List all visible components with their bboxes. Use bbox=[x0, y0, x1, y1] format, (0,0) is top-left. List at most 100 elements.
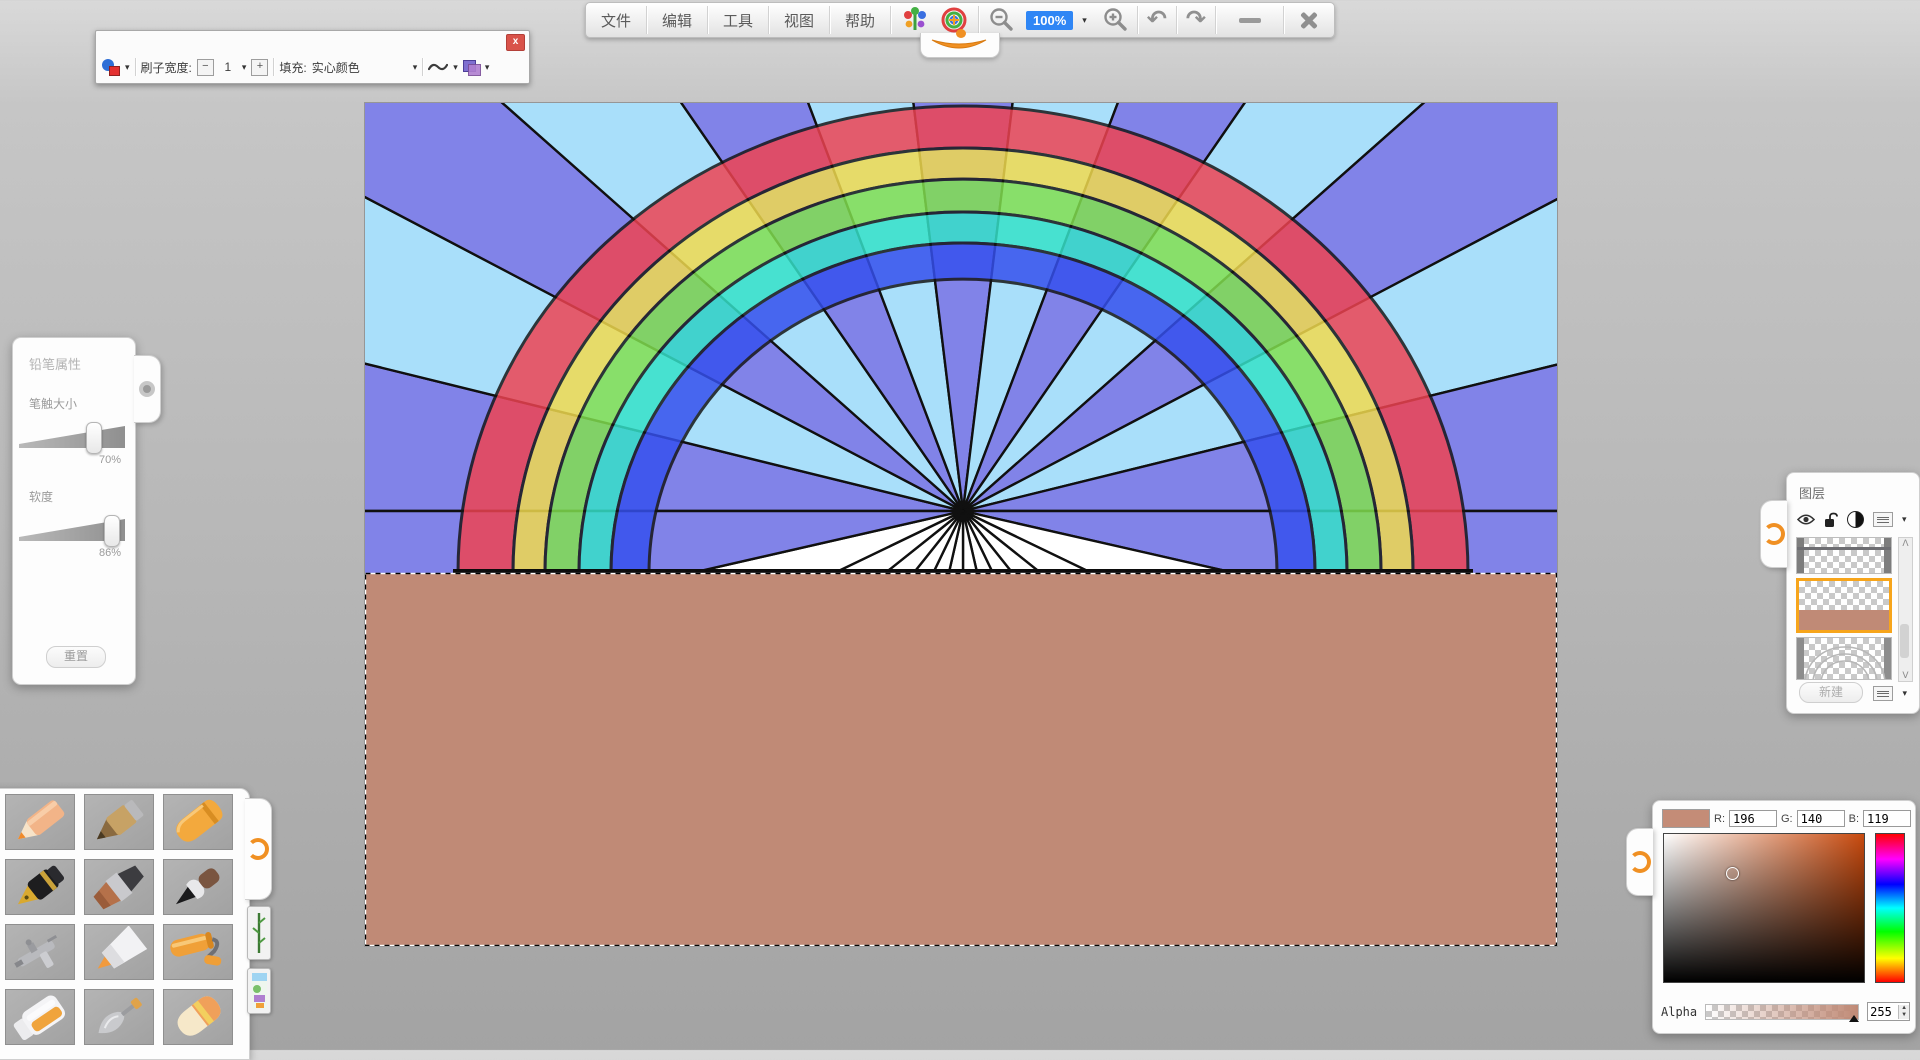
color-panel-handle[interactable] bbox=[1626, 828, 1653, 896]
close-icon bbox=[1300, 11, 1318, 29]
saturation-value-picker[interactable] bbox=[1663, 833, 1865, 983]
arrange-shapes-icon[interactable] bbox=[463, 60, 480, 75]
arrange-shapes-caret[interactable]: ▾ bbox=[485, 63, 490, 72]
brush-size-slider[interactable] bbox=[19, 422, 129, 452]
pencil-panel-handle[interactable] bbox=[134, 355, 161, 423]
fill-label: 填充: bbox=[279, 59, 306, 76]
clown-smile-icon bbox=[930, 39, 988, 54]
close-window-button[interactable] bbox=[1284, 3, 1334, 37]
tool-pencil[interactable] bbox=[5, 794, 75, 850]
alpha-value-input[interactable] bbox=[1868, 1005, 1898, 1019]
new-layer-button[interactable]: 新建 bbox=[1799, 682, 1863, 703]
layers-list bbox=[1796, 537, 1892, 680]
bamboo-brush-button[interactable] bbox=[247, 906, 271, 960]
shape-color-icon[interactable] bbox=[102, 59, 120, 75]
menu-file[interactable]: 文件 bbox=[586, 3, 646, 37]
brush-width-dropdown-caret[interactable]: ▾ bbox=[242, 63, 247, 72]
menu-view[interactable]: 视图 bbox=[769, 3, 829, 37]
tools-palette-handle[interactable] bbox=[245, 798, 272, 900]
menu-help[interactable]: 帮助 bbox=[830, 3, 890, 37]
layer-item-ground[interactable] bbox=[1796, 578, 1892, 633]
clown-left-eye-icon[interactable] bbox=[891, 3, 939, 37]
layer-item-rainbow[interactable] bbox=[1796, 637, 1892, 680]
layers-panel-title: 图层 bbox=[1799, 483, 1919, 502]
zoom-out-button[interactable] bbox=[979, 3, 1023, 37]
tool-eraser[interactable] bbox=[163, 989, 233, 1045]
softness-value: 86% bbox=[13, 547, 121, 559]
menu-edit[interactable]: 编辑 bbox=[647, 3, 707, 37]
brush-width-decrease-button[interactable]: − bbox=[197, 59, 214, 76]
new-layer-menu-icon[interactable] bbox=[1873, 686, 1893, 701]
hue-slider[interactable] bbox=[1875, 833, 1905, 983]
reset-button[interactable]: 重置 bbox=[46, 646, 106, 668]
new-layer-menu-caret[interactable]: ▾ bbox=[1902, 689, 1907, 698]
brush-width-value: 1 bbox=[219, 60, 237, 74]
undo-button[interactable]: ↶ bbox=[1138, 3, 1176, 37]
layer-menu-icon[interactable] bbox=[1873, 512, 1893, 527]
pencil-panel-title: 铅笔属性 bbox=[29, 354, 135, 373]
layer-item-outline[interactable] bbox=[1796, 537, 1892, 574]
tools-grid bbox=[5, 794, 233, 1045]
brush-width-increase-button[interactable]: + bbox=[251, 59, 268, 76]
alpha-decrease-icon[interactable]: ▼ bbox=[1899, 1012, 1909, 1019]
tool-wood-pencil[interactable] bbox=[84, 794, 154, 850]
app-root: 文件 编辑 工具 视图 帮助 bbox=[0, 0, 1920, 1050]
g-label: G: bbox=[1781, 813, 1793, 825]
b-label: B: bbox=[1849, 813, 1859, 825]
zoom-level-dropdown[interactable]: ▾ bbox=[1076, 3, 1093, 37]
softness-slider-thumb[interactable] bbox=[104, 515, 120, 547]
shape-dropdown-caret[interactable]: ▾ bbox=[125, 63, 130, 72]
softness-slider[interactable] bbox=[19, 515, 129, 545]
tool-liner-brush[interactable] bbox=[84, 989, 154, 1045]
brush-size-value: 70% bbox=[13, 454, 121, 466]
r-value-input[interactable] bbox=[1729, 810, 1777, 827]
stroke-style-caret[interactable]: ▾ bbox=[453, 63, 458, 72]
brush-options-bar: x ▾ 刷子宽度: − 1 ▾ + 填充: 实心颜色 ▾ ▾ ▾ bbox=[95, 30, 530, 84]
drawing-canvas[interactable] bbox=[364, 102, 1558, 947]
tool-ink-brush[interactable] bbox=[163, 859, 233, 915]
stroke-style-icon[interactable] bbox=[428, 61, 448, 73]
alpha-slider[interactable] bbox=[1705, 1004, 1859, 1020]
sv-picker-marker[interactable] bbox=[1726, 867, 1739, 880]
bamboo-icon bbox=[252, 911, 266, 955]
tool-paint-brush[interactable] bbox=[84, 859, 154, 915]
scrollbar-thumb[interactable] bbox=[1900, 624, 1909, 658]
tools-palette bbox=[0, 788, 250, 1060]
brush-width-label: 刷子宽度: bbox=[141, 59, 192, 76]
layers-panel-handle[interactable] bbox=[1760, 500, 1787, 568]
alpha-slider-marker[interactable] bbox=[1849, 1015, 1859, 1022]
alpha-label: Alpha bbox=[1661, 1005, 1697, 1019]
tool-airbrush[interactable] bbox=[5, 924, 75, 980]
layers-panel: 图层 ▾ ᐱ ᐯ 新建 ▾ bbox=[1786, 472, 1920, 714]
alpha-increase-icon[interactable]: ▲ bbox=[1899, 1005, 1909, 1012]
tool-fountain-pen[interactable] bbox=[5, 859, 75, 915]
scroll-down-icon[interactable]: ᐯ bbox=[1902, 670, 1908, 681]
fill-mode-value[interactable]: 实心颜色 bbox=[312, 59, 408, 76]
brushbar-close-button[interactable]: x bbox=[506, 34, 525, 51]
tool-paint-cone[interactable] bbox=[84, 924, 154, 980]
softness-label: 软度 bbox=[29, 488, 135, 505]
layer-visibility-icon[interactable] bbox=[1797, 513, 1815, 526]
redo-button[interactable]: ↷ bbox=[1177, 3, 1215, 37]
minimize-button[interactable] bbox=[1216, 3, 1283, 37]
fill-dropdown-caret[interactable]: ▾ bbox=[413, 63, 418, 72]
layers-scrollbar[interactable]: ᐱ ᐯ bbox=[1898, 537, 1913, 682]
texture-sample-button[interactable] bbox=[247, 968, 271, 1014]
clown-nose-icon bbox=[956, 29, 966, 38]
layer-lock-icon[interactable] bbox=[1824, 512, 1838, 528]
texture-thumbnail-icon bbox=[252, 973, 267, 1009]
menu-tools[interactable]: 工具 bbox=[708, 3, 768, 37]
tool-crayon[interactable] bbox=[163, 794, 233, 850]
scroll-up-icon[interactable]: ᐱ bbox=[1902, 538, 1908, 549]
brush-size-slider-thumb[interactable] bbox=[86, 422, 102, 454]
b-value-input[interactable] bbox=[1863, 810, 1911, 827]
zoom-level-value[interactable]: 100% bbox=[1023, 3, 1076, 37]
tool-paint-roller[interactable] bbox=[163, 924, 233, 980]
brush-size-label: 笔触大小 bbox=[29, 395, 135, 412]
layer-menu-caret[interactable]: ▾ bbox=[1902, 515, 1907, 524]
zoom-in-button[interactable] bbox=[1093, 3, 1137, 37]
tool-paint-jar[interactable] bbox=[5, 989, 75, 1045]
current-color-swatch bbox=[1662, 809, 1710, 828]
layer-opacity-icon[interactable] bbox=[1847, 511, 1864, 528]
g-value-input[interactable] bbox=[1797, 810, 1845, 827]
